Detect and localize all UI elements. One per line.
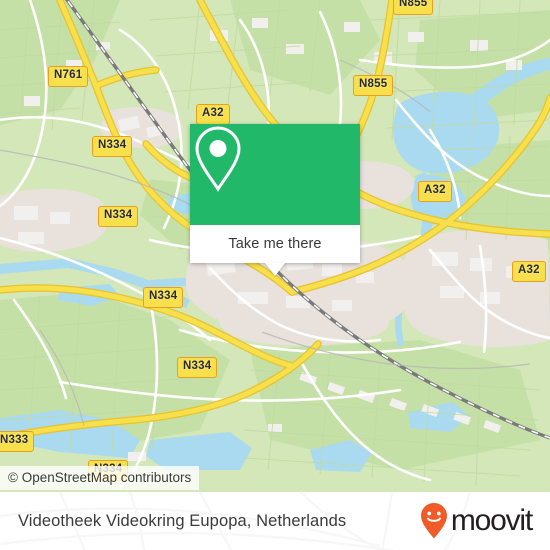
road-shield-n334-upper: N334: [92, 136, 133, 157]
card-pointer: [265, 263, 285, 276]
card-image-area: [190, 124, 360, 225]
map-screenshot: N855 N761 N855 A32 N334 A32 N334 A32 N33…: [0, 0, 550, 550]
road-shield-a32-right: A32: [418, 181, 452, 202]
moovit-wordmark: moovit: [450, 504, 533, 537]
map-canvas[interactable]: N855 N761 N855 A32 N334 A32 N334 A32 N33…: [0, 0, 550, 492]
take-me-there-label: Take me there: [228, 236, 322, 252]
moovit-logo[interactable]: moovit: [419, 502, 533, 540]
map-attribution[interactable]: © OpenStreetMap contributors: [0, 466, 200, 490]
road-shield-n334-left: N334: [98, 206, 139, 227]
road-shield-n761: N761: [48, 66, 89, 87]
road-shield-a32-lower: A32: [512, 261, 546, 282]
moovit-smiley-pin-icon: [420, 503, 447, 539]
road-shield-n334-lower: N334: [177, 357, 218, 378]
location-pin-icon: [195, 126, 241, 192]
place-title: Videotheek Videokring Eupopa, Netherland…: [18, 511, 347, 530]
take-me-there-button[interactable]: Take me there: [190, 225, 360, 263]
footer-bar: Videotheek Videokring Eupopa, Netherland…: [0, 492, 550, 550]
road-shield-n333: N333: [0, 431, 35, 452]
road-shield-n855: N855: [353, 75, 394, 96]
road-shield-n855-top: N855: [393, 0, 434, 15]
road-shield-a32-upper: A32: [196, 104, 230, 125]
place-info-card[interactable]: Take me there: [190, 124, 360, 276]
road-shield-n334-mid: N334: [143, 287, 184, 308]
attribution-text: © OpenStreetMap contributors: [8, 470, 192, 485]
